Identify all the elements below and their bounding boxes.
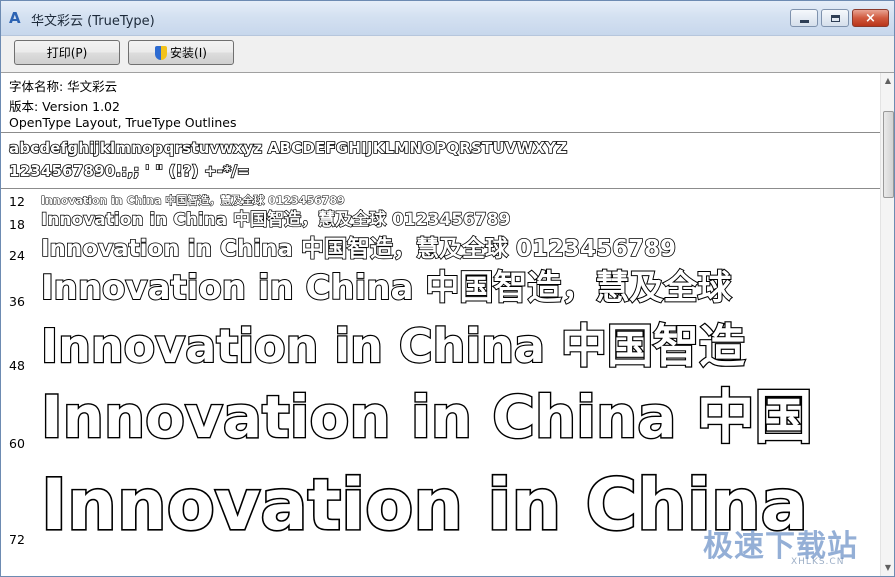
install-button-label: 安装(I)	[170, 46, 207, 60]
uac-shield-icon	[155, 45, 168, 60]
font-name-line: 字体名称: 华文彩云	[9, 79, 118, 94]
scroll-thumb[interactable]	[883, 111, 894, 198]
font-info-panel: 字体名称: 华文彩云 版本: Version 1.02 OpenType Lay…	[1, 73, 881, 133]
size-label: 72	[9, 532, 25, 547]
sample-row-72: 72 Innovation in China	[1, 466, 881, 547]
close-button[interactable]: ×	[852, 9, 889, 27]
font-version-line: 版本: Version 1.02	[9, 99, 120, 114]
sample-row-24: 24 Innovation in China 中国智造，慧及全球 0123456…	[1, 236, 881, 263]
sample-text: Innovation in China 中国智造，慧及全球 0123456789	[40, 210, 511, 230]
font-viewer-window: A 华文彩云 (TrueType) × 打印(P) 安装(I) 字体名称: 华文…	[0, 0, 895, 577]
sample-text: Innovation in China 中国智造	[40, 319, 746, 373]
sample-text: Innovation in China 中国	[40, 383, 814, 451]
scroll-up-icon[interactable]: ▲	[883, 76, 893, 86]
sample-row-48: 48 Innovation in China 中国智造	[1, 319, 881, 373]
print-button[interactable]: 打印(P)	[14, 40, 120, 65]
maximize-icon	[822, 10, 848, 26]
size-label: 24	[9, 248, 25, 263]
sample-row-18: 18 Innovation in China 中国智造，慧及全球 0123456…	[1, 210, 881, 232]
maximize-button[interactable]	[821, 9, 849, 27]
sample-text: Innovation in China	[39, 464, 809, 546]
sample-text: Innovation in China 中国智造，慧及全球 0123456789	[41, 194, 346, 207]
sample-text: Innovation in China 中国智造，慧及全球 0123456789	[40, 236, 677, 262]
divider	[1, 188, 881, 189]
font-viewer-icon: A	[9, 9, 21, 27]
divider	[1, 132, 881, 133]
close-icon: ×	[865, 10, 876, 26]
size-label: 48	[9, 358, 25, 373]
size-label: 12	[9, 194, 25, 209]
title-bar[interactable]: A 华文彩云 (TrueType) ×	[1, 1, 894, 36]
minimize-icon	[791, 10, 817, 26]
sample-row-60: 60 Innovation in China 中国	[1, 384, 881, 451]
size-label: 18	[9, 217, 25, 232]
vertical-scrollbar[interactable]: ▲ ▼	[880, 73, 894, 576]
install-button[interactable]: 安装(I)	[128, 40, 234, 65]
font-type-line: OpenType Layout, TrueType Outlines	[9, 115, 237, 130]
size-label: 60	[9, 436, 25, 451]
watermark-url: XHLKS.CN	[791, 557, 845, 567]
charset-digits-symbols: 1234567890.:,; ' " (!?) +-*/=	[8, 161, 250, 181]
scroll-down-icon[interactable]: ▼	[883, 563, 893, 573]
toolbar: 打印(P) 安装(I)	[1, 36, 894, 73]
window-title: 华文彩云 (TrueType)	[31, 14, 155, 29]
size-label: 36	[9, 294, 25, 309]
sample-row-12: 12 Innovation in China 中国智造，慧及全球 0123456…	[1, 193, 881, 209]
sample-text: Innovation in China 中国智造，慧及全球	[40, 268, 732, 308]
minimize-button[interactable]	[790, 9, 818, 27]
sample-row-36: 36 Innovation in China 中国智造，慧及全球	[1, 269, 881, 309]
print-button-label: 打印(P)	[46, 46, 88, 60]
charset-letters: abcdefghijklmnopqrstuvwxyz ABCDEFGHIJKLM…	[8, 138, 568, 158]
